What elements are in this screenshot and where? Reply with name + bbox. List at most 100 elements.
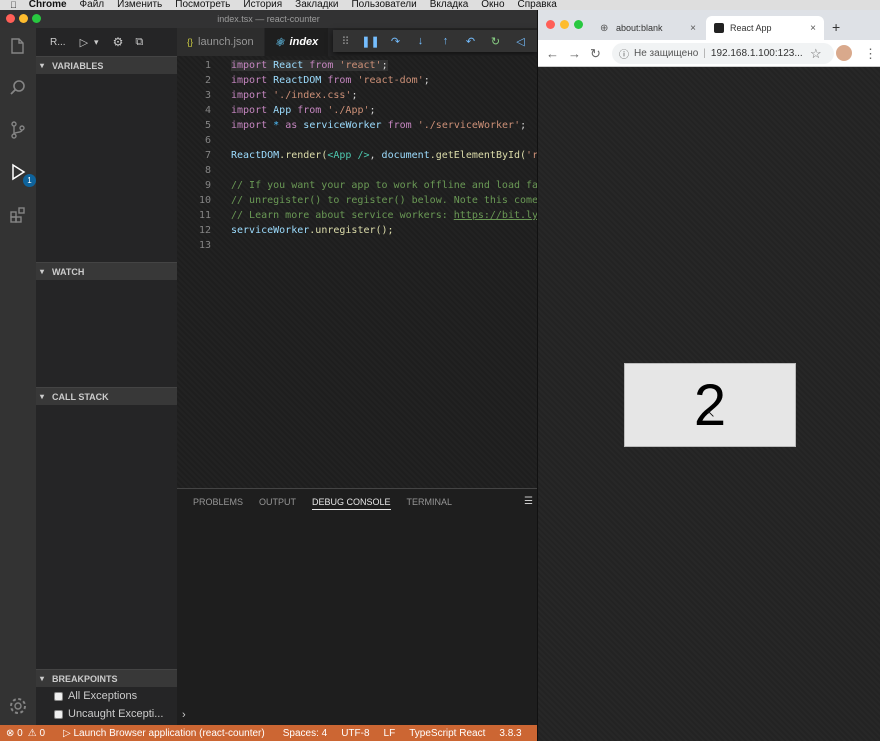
omnibox-url: 192.168.1.100:123... <box>710 48 803 59</box>
section-variables[interactable]: ▾ VARIABLES <box>36 56 177 74</box>
debug-config-select[interactable]: R... <box>50 37 66 48</box>
tab-launch-json[interactable]: {} launch.json <box>177 28 265 56</box>
debug-badge: 1 <box>23 174 36 187</box>
filter-icon[interactable]: ☰ <box>524 496 533 507</box>
section-call-stack[interactable]: ▾ CALL STACK <box>36 387 177 405</box>
code-token: .unregister(); <box>309 225 394 236</box>
status-language[interactable]: TypeScript React <box>409 728 485 739</box>
status-eol[interactable]: LF <box>384 728 396 739</box>
forward-arrow-icon[interactable]: → <box>568 46 581 61</box>
step-out-icon[interactable]: ↑ <box>433 35 458 47</box>
bookmark-star-icon[interactable]: ☆ <box>810 46 822 62</box>
counter-button[interactable]: 2 <box>624 363 796 447</box>
menubar-item-view[interactable]: Посмотреть <box>175 0 230 10</box>
reload-icon[interactable]: ↻ <box>590 46 601 62</box>
menubar-item-users[interactable]: Пользователи <box>351 0 416 10</box>
search-icon[interactable] <box>6 76 30 100</box>
more-menu-icon[interactable]: ⋮ <box>864 46 877 62</box>
debug-sidebar: R... ▷ ▾ ⚙ ⧉ ▾ VARIABLES ▾ WATCH ▾ CALL … <box>36 28 177 725</box>
apple-icon[interactable]:  <box>10 0 17 10</box>
omnibox[interactable]: ⓘ Не защищено | 192.168.1.100:123... <box>612 43 834 64</box>
explorer-icon[interactable] <box>6 34 30 58</box>
breakpoint-uncaught-exceptions[interactable]: Uncaught Excepti... <box>54 708 163 720</box>
menubar-item-file[interactable]: Файл <box>80 0 105 10</box>
chrome-tab-label: about:blank <box>616 23 663 33</box>
step-back-icon[interactable]: ↶ <box>458 35 483 48</box>
status-warnings[interactable]: ⚠ 0 <box>28 728 45 739</box>
tab-problems[interactable]: PROBLEMS <box>193 497 243 509</box>
debug-sidebar-toolbar: R... ▷ ▾ ⚙ ⧉ <box>36 28 177 56</box>
menubar-item-window[interactable]: Окно <box>481 0 504 10</box>
open-console-icon[interactable]: ⧉ <box>135 36 143 49</box>
code-token: './App' <box>327 105 370 116</box>
minimize-window-button[interactable] <box>560 20 569 29</box>
code-token: 'react' <box>339 60 382 71</box>
code-link[interactable]: https://bit.ly <box>454 210 537 221</box>
pause-icon[interactable]: ❚❚ <box>358 35 383 48</box>
menubar-app-name[interactable]: Chrome <box>29 0 67 10</box>
tab-terminal[interactable]: TERMINAL <box>407 497 453 509</box>
drag-handle-icon[interactable]: ⠿ <box>333 35 358 48</box>
line-number: 6 <box>204 135 211 146</box>
extensions-icon[interactable] <box>6 202 30 226</box>
close-window-button[interactable] <box>6 14 15 23</box>
minimize-window-button[interactable] <box>19 14 28 23</box>
back-arrow-icon[interactable]: ← <box>546 46 559 61</box>
checkbox[interactable] <box>54 709 63 719</box>
run-debug-icon[interactable]: 1 <box>6 160 36 187</box>
code-token: ; <box>381 60 388 71</box>
code-token: ; <box>369 105 376 116</box>
page-content: 2 ↖ <box>538 67 880 741</box>
code-token: document <box>381 150 430 161</box>
breakpoint-all-exceptions[interactable]: All Exceptions <box>54 690 137 702</box>
tab-output[interactable]: OUTPUT <box>259 497 296 509</box>
debug-toolbar: ⠿ ❚❚ ↷ ↓ ↑ ↶ ↻ ◁ <box>333 30 537 52</box>
menubar-item-history[interactable]: История <box>243 0 282 10</box>
code-token: from <box>387 120 412 131</box>
code-token: 'react-dom' <box>357 75 424 86</box>
tab-index-tsx[interactable]: ⚛ index <box>264 28 330 56</box>
zoom-window-button[interactable] <box>574 20 583 29</box>
checkbox[interactable] <box>54 691 63 701</box>
menubar-item-edit[interactable]: Изменить <box>117 0 162 10</box>
section-breakpoints-label: BREAKPOINTS <box>52 674 118 684</box>
section-breakpoints[interactable]: ▾ BREAKPOINTS <box>36 669 177 687</box>
status-encoding[interactable]: UTF-8 <box>341 728 369 739</box>
chevron-down-icon[interactable]: ▾ <box>94 37 99 48</box>
menubar-item-tab[interactable]: Вкладка <box>430 0 469 10</box>
chevron-down-icon: ▾ <box>40 61 45 70</box>
code-token: serviceWorker <box>303 120 382 131</box>
close-tab-icon[interactable]: × <box>690 23 696 34</box>
code-token: from <box>327 75 352 86</box>
close-tab-icon[interactable]: × <box>810 23 816 34</box>
status-errors[interactable]: ⊗ 0 <box>6 728 23 739</box>
code-token: as <box>285 120 298 131</box>
reverse-icon[interactable]: ◁ <box>508 35 533 48</box>
chrome-tab-react-app[interactable]: React App × <box>706 16 824 40</box>
chrome-tab-about-blank[interactable]: ⊕ about:blank × <box>592 16 704 40</box>
start-debugging-icon[interactable]: ▷ <box>80 36 88 49</box>
tab-debug-console[interactable]: DEBUG CONSOLE <box>312 497 391 510</box>
settings-gear-icon[interactable]: ⚙ <box>113 35 124 49</box>
menubar-item-bookmarks[interactable]: Закладки <box>295 0 338 10</box>
manage-gear-icon[interactable] <box>6 694 30 718</box>
status-spaces[interactable]: Spaces: 4 <box>283 728 327 739</box>
step-over-icon[interactable]: ↷ <box>383 35 408 48</box>
code-editor[interactable]: 1 import React from 'react'; 2 import Reac… <box>177 56 537 488</box>
source-control-icon[interactable] <box>6 118 30 142</box>
restart-icon[interactable]: ↻ <box>483 35 508 48</box>
code-token: * <box>273 120 280 131</box>
menubar-item-help[interactable]: Справка <box>518 0 557 10</box>
status-launch-config[interactable]: ▷ Launch Browser application (react-coun… <box>63 728 265 739</box>
info-icon[interactable]: ⓘ <box>619 46 629 61</box>
section-watch[interactable]: ▾ WATCH <box>36 262 177 280</box>
breakpoint-label: Uncaught Excepti... <box>68 708 164 720</box>
zoom-window-button[interactable] <box>32 14 41 23</box>
step-into-icon[interactable]: ↓ <box>408 35 433 47</box>
macos-menubar:  Chrome Файл Изменить Посмотреть Истори… <box>0 0 880 10</box>
window-title: index.tsx — react-counter <box>217 14 320 24</box>
new-tab-button[interactable]: + <box>832 19 840 35</box>
close-window-button[interactable] <box>546 20 555 29</box>
profile-avatar[interactable] <box>836 45 852 61</box>
status-ts-version[interactable]: 3.8.3 <box>499 728 521 739</box>
